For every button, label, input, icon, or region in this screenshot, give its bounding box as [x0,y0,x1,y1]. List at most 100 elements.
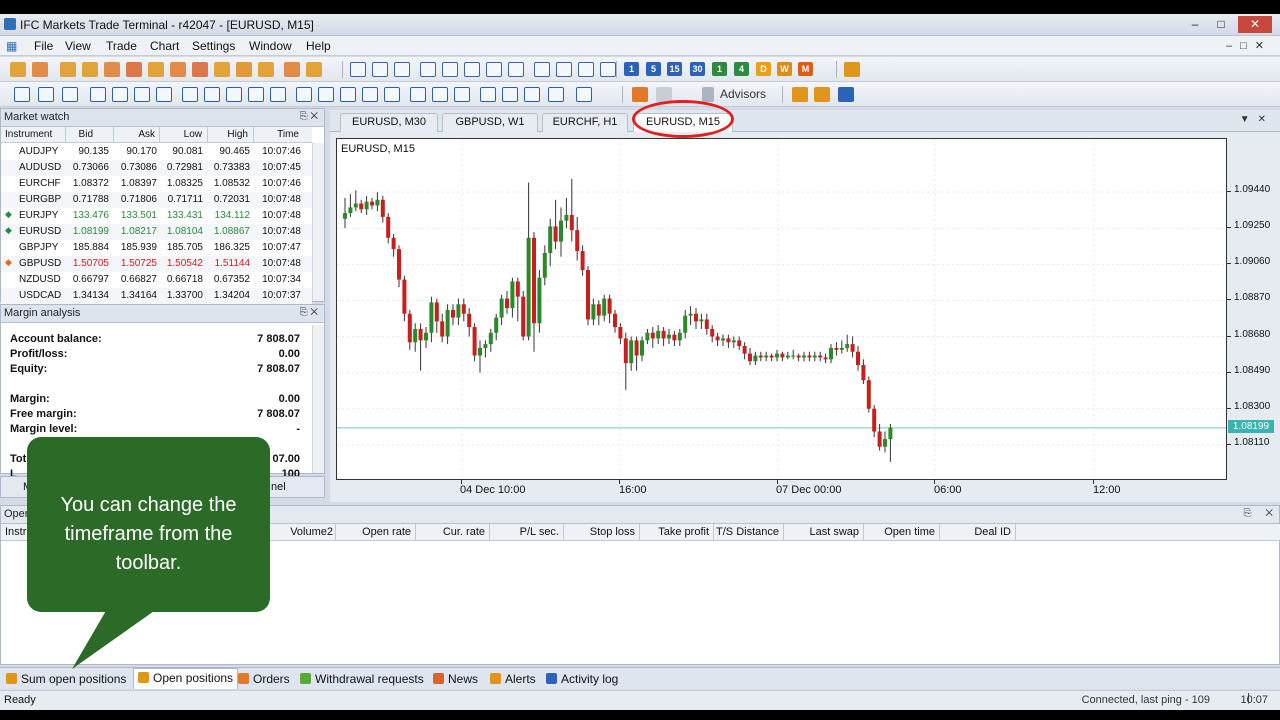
panel-pin-close-icon[interactable]: ⎘ ✕ [1243,508,1273,519]
drawing-tool-icon[interactable] [204,87,220,102]
column-header[interactable]: Instrument [5,129,52,140]
drawing-tool-icon[interactable] [502,87,518,102]
chart-tool-icon[interactable] [600,62,616,77]
column-header[interactable]: T/S Distance [716,526,779,538]
drawing-tool-icon[interactable] [432,87,448,102]
mdi-window-controls-icon[interactable]: –□✕ [1226,39,1272,52]
timeframe-button-0[interactable]: 1 [624,62,639,76]
toolbar-trade-icon[interactable] [306,62,322,77]
chart-tool-icon[interactable] [556,62,572,77]
drawing-tool-icon[interactable] [248,87,264,102]
column-header[interactable]: Time [277,129,299,140]
column-header[interactable]: Instr [5,526,26,538]
margin-analysis-scrollbar[interactable] [312,325,324,473]
drawing-tool-icon[interactable] [14,87,30,102]
advisors-button[interactable]: Advisors [720,87,766,101]
drawing-tool-icon[interactable] [296,87,312,102]
info-icon[interactable] [838,87,854,102]
bottom-tab-sum-open-positions[interactable]: Sum open positions [6,671,126,689]
market-watch-row[interactable]: ◆ EURUSD 1.08199 1.08217 1.08104 1.08867 10:07… [1,224,312,240]
column-header[interactable]: High [227,129,248,140]
news-icon[interactable] [814,87,830,102]
drawing-tool-icon[interactable] [134,87,150,102]
drawing-tool-icon[interactable] [548,87,564,102]
drawing-tool-icon[interactable] [318,87,334,102]
profile-icon[interactable] [844,62,860,77]
chart-tab-eurchf-h1[interactable]: EURCHF, H1 [542,113,628,132]
toolbar-trade-icon[interactable] [10,62,26,77]
toolbar-trade-icon[interactable] [82,62,98,77]
toolbar-trade-icon[interactable] [126,62,142,77]
chart-tool-icon[interactable] [372,62,388,77]
menu-settings[interactable]: Settings [190,39,237,53]
column-header[interactable]: Last swap [809,526,859,538]
chart-tool-icon[interactable] [350,62,366,77]
drawing-tool-icon[interactable] [480,87,496,102]
column-header[interactable]: Open rate [362,526,411,538]
column-header[interactable]: Take profit [658,526,709,538]
market-watch-row[interactable]: GBPJPY 185.884 185.939 185.705 186.325 10:07:… [1,240,312,256]
column-header[interactable]: Cur. rate [443,526,485,538]
toolbar-trade-icon[interactable] [32,62,48,77]
chart-tool-icon[interactable] [420,62,436,77]
market-watch-row[interactable]: EURCHF 1.08372 1.08397 1.08325 1.08532 10:07:… [1,176,312,192]
column-header[interactable]: Open time [884,526,935,538]
chart-window-controls-icon[interactable]: ▼✕ [1240,114,1274,125]
advisors-icon[interactable] [702,87,714,102]
menu-file[interactable]: File [32,39,55,53]
column-header[interactable]: P/L sec. [520,526,559,538]
drawing-tool-icon[interactable] [182,87,198,102]
drawing-tool-icon[interactable] [226,87,242,102]
timeframe-button-4[interactable]: 1 [712,62,727,76]
menu-help[interactable]: Help [304,39,333,53]
menu-trade[interactable]: Trade [104,39,139,53]
market-watch-row[interactable]: ◆ GBPUSD 1.50705 1.50725 1.50542 1.51144 10:07… [1,256,312,272]
toolbar-trade-icon[interactable] [236,62,252,77]
toolbar-trade-icon[interactable] [148,62,164,77]
market-watch-row[interactable]: AUDUSD 0.73066 0.73086 0.72981 0.73383 10:07:… [1,160,312,176]
drawing-tool-icon[interactable] [362,87,378,102]
timeframe-button-7[interactable]: W [777,62,792,76]
chart-tool-icon[interactable] [508,62,524,77]
drawing-tool-icon[interactable] [524,87,540,102]
timeframe-button-6[interactable]: D [756,62,771,76]
toolbar-trade-icon[interactable] [60,62,76,77]
drawing-tool-icon[interactable] [340,87,356,102]
drawing-tool-icon[interactable] [156,87,172,102]
toolbar-trade-icon[interactable] [170,62,186,77]
timeframe-button-2[interactable]: 15 [667,62,682,76]
toolbar-trade-icon[interactable] [104,62,120,77]
chart-tool-icon[interactable] [578,62,594,77]
toolbar-trade-icon[interactable] [214,62,230,77]
menu-view[interactable]: View [63,39,93,53]
market-watch-row[interactable]: ◆ EURJPY 133.476 133.501 133.431 134.112 10:07… [1,208,312,224]
column-header[interactable]: Volume2 [290,526,333,538]
drawing-tool-icon[interactable] [112,87,128,102]
chart-tool-icon[interactable] [464,62,480,77]
drawing-tool-icon[interactable] [410,87,426,102]
market-watch-row[interactable]: EURGBP 0.71788 0.71806 0.71711 0.72031 10:07:… [1,192,312,208]
indicator-icon[interactable] [632,87,648,102]
minimize-button[interactable]: – [1182,16,1208,33]
chart-tab-eurusd-m30[interactable]: EURUSD, M30 [340,113,438,132]
chart-tool-icon[interactable] [442,62,458,77]
column-header[interactable]: Low [184,129,202,140]
chart-tool-icon[interactable] [394,62,410,77]
drawing-tool-icon[interactable] [90,87,106,102]
timeframe-button-1[interactable]: 5 [646,62,661,76]
drawing-tool-icon[interactable] [576,87,592,102]
chart-tool-icon[interactable] [486,62,502,77]
maximize-button[interactable]: □ [1208,16,1234,33]
timeframe-button-8[interactable]: M [798,62,813,76]
chart-plot-area[interactable]: EURUSD, M15 [336,138,1227,480]
timeframe-button-5[interactable]: 4 [734,62,749,76]
bottom-tab-orders[interactable]: Orders [238,671,290,689]
menu-chart[interactable]: Chart [148,39,181,53]
panel-pin-close-icon[interactable]: ⎘ ✕ [300,307,318,318]
drawing-tool-icon[interactable] [62,87,78,102]
toolbar-trade-icon[interactable] [192,62,208,77]
drawing-tool-icon[interactable] [384,87,400,102]
chart-tool-icon[interactable] [534,62,550,77]
chart-tab-gbpusd-w1[interactable]: GBPUSD, W1 [442,113,538,132]
timeframe-button-3[interactable]: 30 [690,62,705,76]
